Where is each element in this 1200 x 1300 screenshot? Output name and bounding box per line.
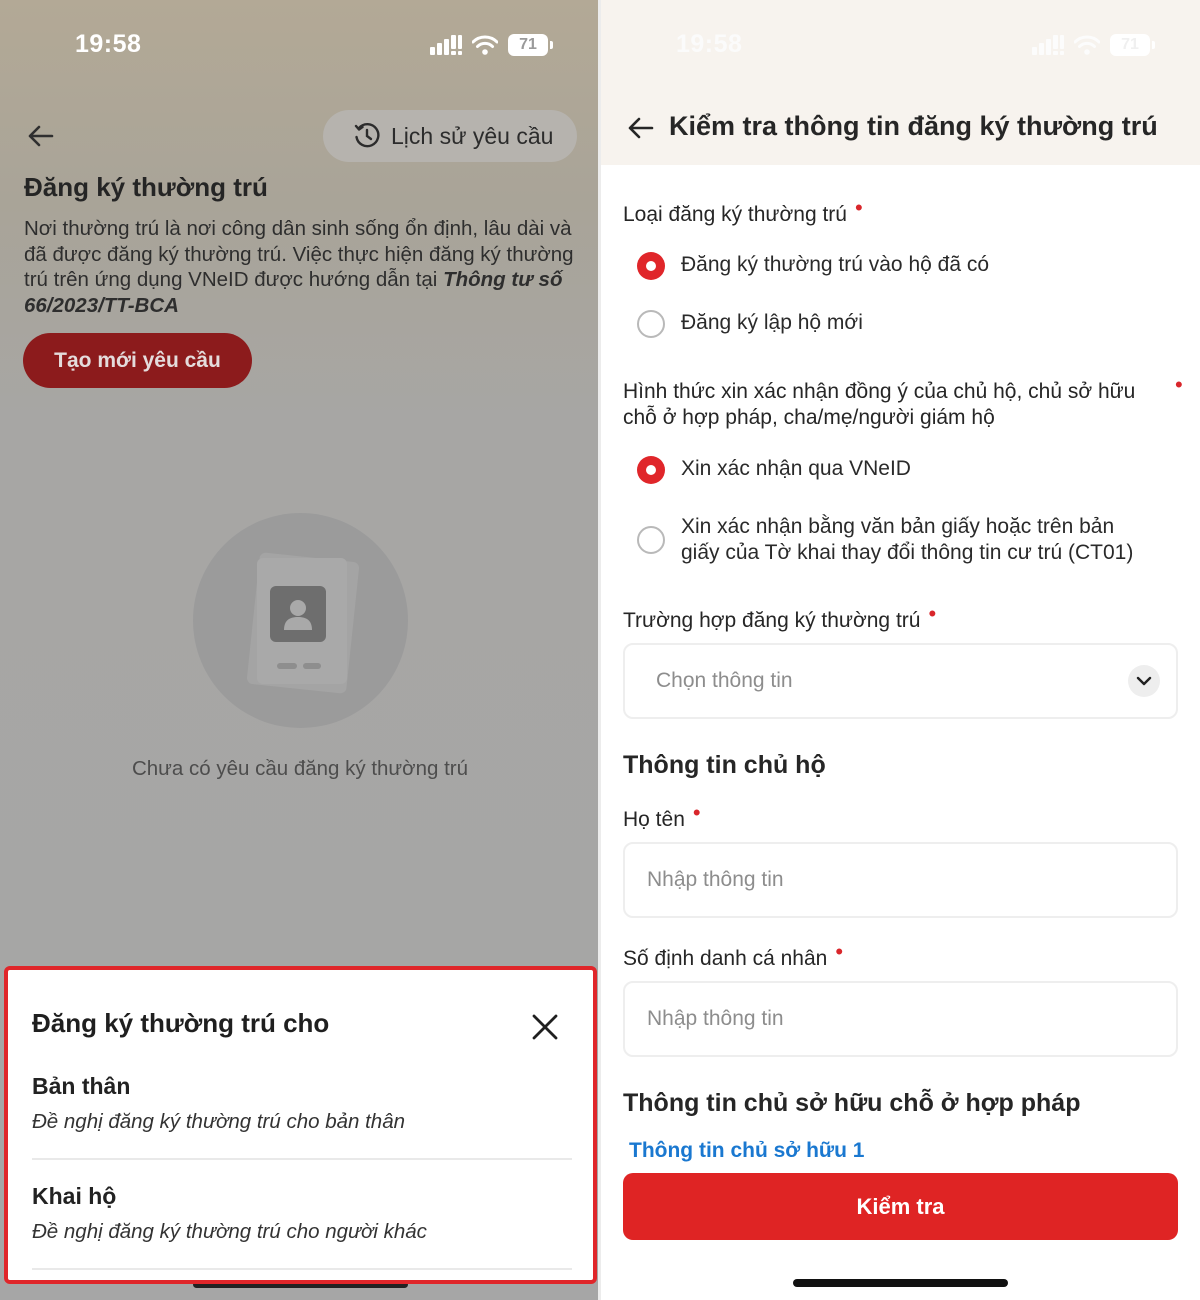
- option-title: Bản thân: [32, 1073, 131, 1099]
- radio-unselected[interactable]: [637, 310, 665, 338]
- page-description: Nơi thường trú là nơi công dân sinh sống…: [24, 216, 584, 318]
- page-title: Kiểm tra thông tin đăng ký thường trú: [669, 111, 1158, 141]
- divider: [32, 1268, 572, 1270]
- status-time: 19:58: [676, 30, 743, 58]
- empty-state-illustration: [193, 513, 408, 728]
- home-indicator: [793, 1279, 1008, 1287]
- bottom-sheet-title: Đăng ký thường trú cho: [32, 1008, 330, 1038]
- create-request-button[interactable]: Tạo mới yêu cầu: [23, 333, 252, 388]
- radio-unselected[interactable]: [637, 526, 665, 554]
- history-button-label: Lịch sử yêu cầu: [391, 122, 554, 149]
- consent-method-label: Hình thức xin xác nhận đồng ý của chủ hộ…: [623, 380, 1136, 429]
- history-button[interactable]: Lịch sử yêu cầu: [323, 110, 577, 162]
- option-title: Khai hộ: [32, 1183, 117, 1209]
- bottom-sheet: Đăng ký thường trú cho Bản thân Đề nghị …: [4, 966, 597, 1284]
- status-time: 19:58: [75, 30, 142, 58]
- status-bar: 19:58 71: [0, 28, 598, 64]
- name-label: Họ tên •: [623, 800, 701, 831]
- radio-confirm-vneid[interactable]: Xin xác nhận qua VNeID: [637, 456, 911, 484]
- left-screen: 19:58 71 Lịch sử yêu cầu Đăng ký thường …: [0, 0, 598, 1300]
- personal-id-field[interactable]: [623, 981, 1178, 1057]
- case-label: Trường hợp đăng ký thường trú •: [623, 601, 937, 632]
- owner-info-link[interactable]: Thông tin chủ sở hữu 1: [629, 1139, 864, 1163]
- signal-icon: [430, 35, 462, 55]
- arrow-left-icon[interactable]: [26, 122, 56, 150]
- option-subtitle: Đề nghị đăng ký thường trú cho người khá…: [32, 1220, 427, 1243]
- radio-existing-household[interactable]: Đăng ký thường trú vào hộ đã có: [637, 252, 989, 280]
- case-select[interactable]: Chọn thông tin: [623, 643, 1178, 719]
- check-button[interactable]: Kiểm tra: [623, 1173, 1178, 1240]
- radio-selected[interactable]: [637, 456, 665, 484]
- page-title: Đăng ký thường trú: [24, 172, 268, 202]
- name-input[interactable]: [647, 864, 1147, 896]
- owner-section-title: Thông tin chủ sở hữu chỗ ở hợp pháp: [623, 1089, 1081, 1117]
- wifi-icon: [1074, 35, 1100, 55]
- name-field[interactable]: [623, 842, 1178, 918]
- registration-type-label: Loại đăng ký thường trú •: [623, 195, 863, 226]
- household-head-section-title: Thông tin chủ hộ: [623, 751, 826, 779]
- option-self[interactable]: Bản thân Đề nghị đăng ký thường trú cho …: [32, 1073, 572, 1134]
- divider: [32, 1158, 572, 1160]
- battery-indicator: 71: [508, 34, 553, 56]
- radio-confirm-paper[interactable]: Xin xác nhận bằng văn bản giấy hoặc trên…: [637, 514, 1157, 566]
- wifi-icon: [472, 35, 498, 55]
- required-mark: •: [835, 939, 844, 964]
- personal-id-input[interactable]: [647, 1003, 1147, 1035]
- radio-selected[interactable]: [637, 252, 665, 280]
- radio-new-household[interactable]: Đăng ký lập hộ mới: [637, 310, 863, 338]
- select-placeholder: Chọn thông tin: [656, 669, 793, 692]
- option-declare-for-others[interactable]: Khai hộ Đề nghị đăng ký thường trú cho n…: [32, 1183, 572, 1244]
- status-bar: 19:58 71: [601, 28, 1200, 64]
- required-mark: •: [854, 195, 863, 220]
- personal-id-label: Số định danh cá nhân •: [623, 939, 844, 970]
- right-screen: 19:58 71 Kiểm tra thông tin đăng ký thườ…: [601, 0, 1200, 1300]
- clock-history-icon: [354, 123, 380, 148]
- close-icon[interactable]: [530, 1012, 560, 1042]
- document-person-icon: [270, 586, 326, 642]
- empty-state-text: Chưa có yêu cầu đăng ký thường trú: [131, 757, 469, 780]
- required-mark: •: [692, 800, 701, 825]
- chevron-down-icon[interactable]: [1128, 665, 1160, 697]
- required-mark: •: [1175, 372, 1183, 397]
- battery-indicator: 71: [1110, 34, 1155, 56]
- arrow-left-icon[interactable]: [626, 114, 656, 142]
- option-subtitle: Đề nghị đăng ký thường trú cho bản thân: [32, 1110, 405, 1133]
- signal-icon: [1032, 35, 1064, 55]
- required-mark: •: [928, 601, 937, 626]
